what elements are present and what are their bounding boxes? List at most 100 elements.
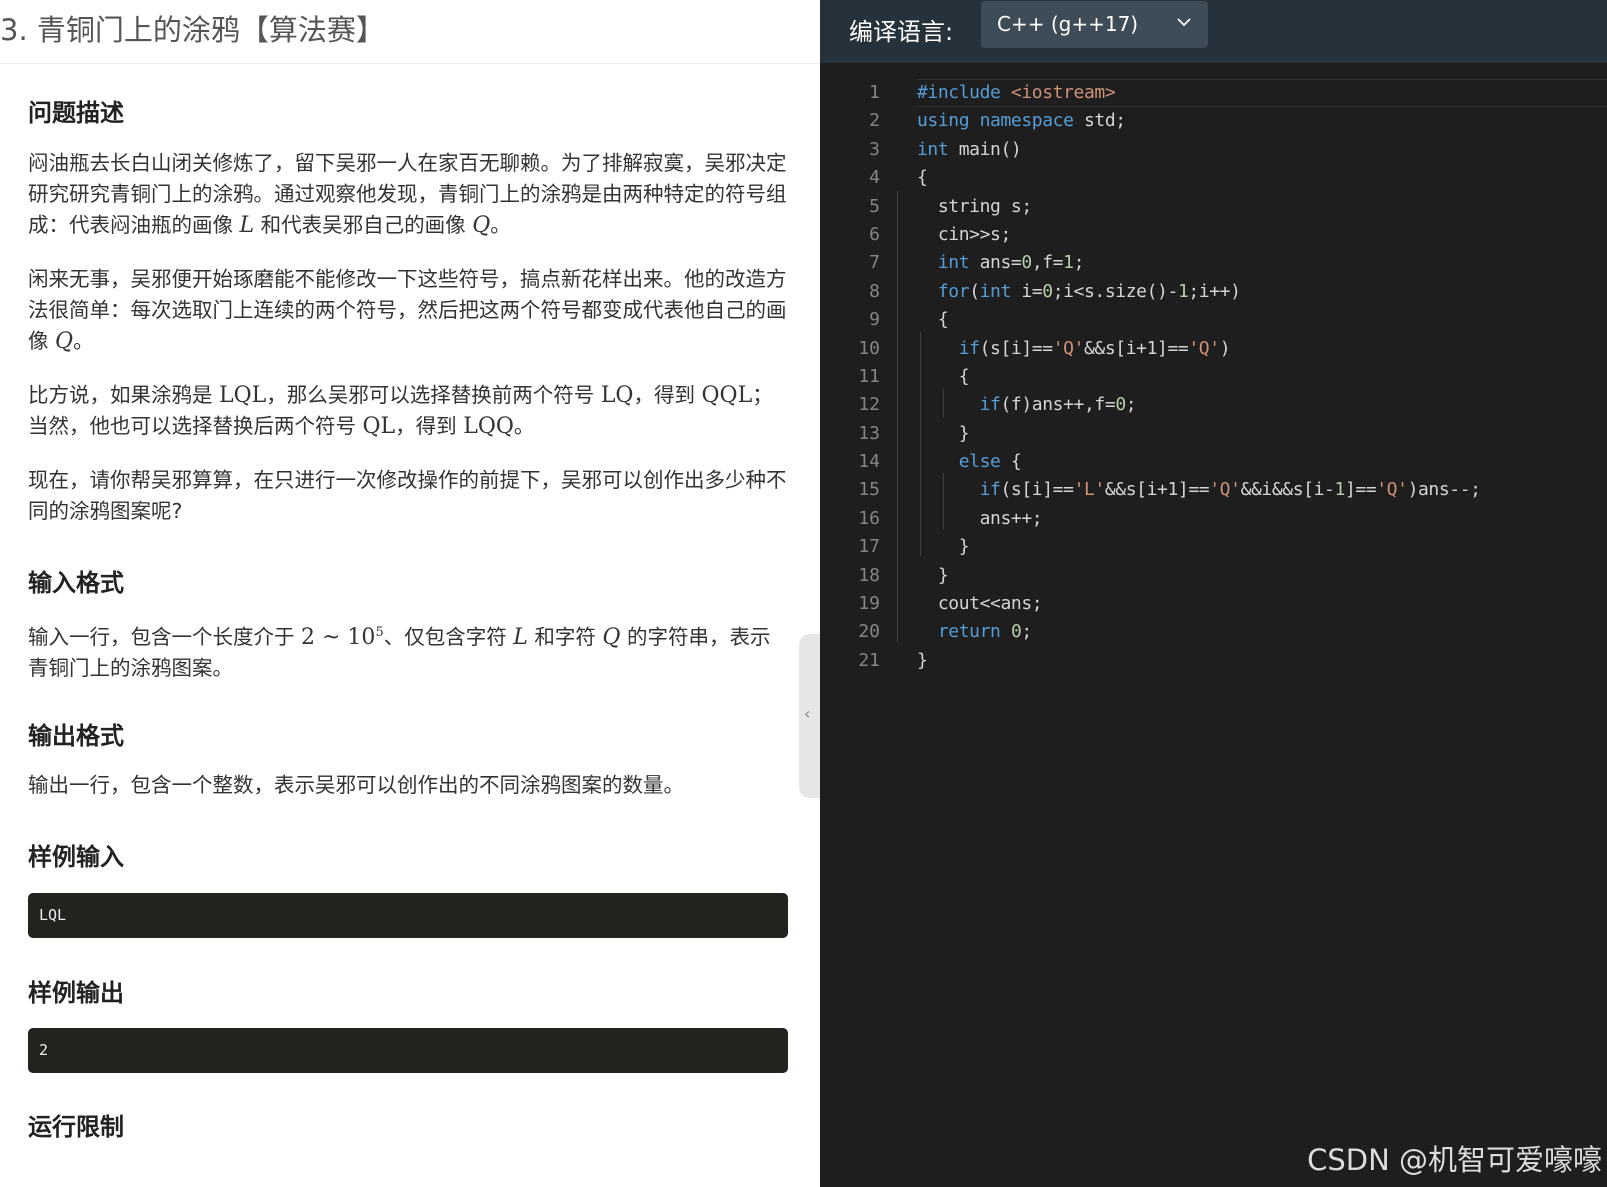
code-line: for(int i=0;i<s.size()-1;i++): [917, 278, 1481, 306]
code-line: using namespace std;: [917, 107, 1481, 135]
code-token: }: [917, 422, 970, 444]
code-line: {: [917, 363, 1481, 391]
text: 。: [490, 213, 511, 237]
code-area[interactable]: #include <iostream> using namespace std; i…: [917, 79, 1481, 675]
language-label: 编译语言:: [849, 18, 954, 46]
text: 。: [73, 329, 94, 353]
text: ，那么吴邪可以选择替换前两个符号: [266, 383, 601, 407]
line-number: 2: [869, 110, 880, 132]
code-token: 'Q': [1052, 337, 1085, 359]
code-token: (f)ans++,f=: [1000, 394, 1116, 416]
code-line: }: [917, 647, 1481, 675]
code-token: ;i++): [1188, 280, 1241, 302]
code-token: ;i<s.size()-: [1052, 280, 1179, 302]
description-paragraph-1: 闷油瓶去长白山闭关修炼了，留下吴邪一人在家百无聊赖。为了排解寂寞，吴邪决定研究研…: [28, 148, 788, 241]
code-token: &&s[i+1]==: [1084, 337, 1189, 359]
code-line: if(s[i]=='L'&&s[i+1]=='Q'&&i&&s[i-1]=='Q…: [917, 476, 1481, 504]
line-number: 19: [858, 593, 880, 615]
text: 、仅包含字符: [383, 624, 514, 649]
line-number: 10: [858, 337, 880, 359]
code-token: &&s[i+1]==: [1104, 479, 1210, 501]
math: L: [513, 624, 528, 650]
math: L: [239, 213, 255, 238]
line-number: 18: [858, 564, 880, 586]
line-number-gutter: 1 2 3 4 5 6 7 8 9 10 11 12 13 14 15 16 17 18 19 20 21: [820, 79, 880, 675]
sample-output-box[interactable]: 2: [28, 1028, 788, 1073]
panel-collapse-handle[interactable]: ‹: [799, 634, 821, 798]
line-number: 21: [858, 649, 880, 671]
code-token: int: [979, 280, 1012, 302]
math: QQL: [701, 383, 753, 408]
math-sup: 5: [375, 625, 384, 640]
code-token: 0: [1021, 252, 1032, 274]
code-token: ,f=: [1031, 252, 1064, 274]
sample-output-heading: 样例输出: [28, 979, 124, 1007]
code-token: main(): [948, 138, 1022, 160]
code-token: namespace: [979, 110, 1074, 132]
math: Q: [602, 624, 621, 650]
code-token: ;: [1125, 394, 1137, 416]
line-number: 8: [869, 280, 880, 302]
text: ，得到: [633, 383, 702, 407]
code-token: std;: [1073, 110, 1126, 132]
code-line: else {: [917, 448, 1481, 476]
code-token: &&i&&s[i-: [1240, 479, 1335, 501]
math: 2 ~ 10: [301, 624, 376, 650]
output-format-text: 输出一行，包含一个整数，表示吴邪可以创作出的不同涂鸦图案的数量。: [28, 773, 684, 797]
code-token: ans=: [969, 252, 1022, 274]
code-token: cout<<ans;: [917, 593, 1043, 615]
code-line: ans++;: [917, 505, 1481, 533]
math: LQL: [219, 383, 267, 408]
code-line: if(f)ans++,f=0;: [917, 391, 1481, 419]
code-token: <iostream>: [1010, 82, 1116, 103]
sample-output-text: 2: [39, 1041, 49, 1059]
description-paragraph-4: 现在，请你帮吴邪算算，在只进行一次修改操作的前提下，吴邪可以创作出多少种不同的涂…: [28, 468, 787, 523]
sample-input-text: LQL: [39, 906, 67, 924]
code-token: {: [917, 167, 928, 189]
sample-input-box[interactable]: LQL: [28, 893, 788, 938]
code-token: 0: [1115, 394, 1126, 416]
description-paragraph-3: 比方说，如果涂鸦是 LQL，那么吴邪可以选择替换前两个符号 LQ，得到 QQL；…: [28, 380, 788, 442]
code-token: 'Q': [1188, 337, 1220, 359]
code-token: 1: [1063, 252, 1074, 274]
input-format-text: 输入一行，包含一个长度介于 2 ~ 105、仅包含字符 L 和字符 Q 的字符串…: [28, 617, 788, 684]
code-token: (s[i]==: [979, 337, 1053, 359]
code-line: #include <iostream>: [917, 79, 1481, 107]
code-token: 0: [1010, 621, 1022, 643]
code-token: 'Q': [1376, 479, 1408, 501]
input-format-heading: 输入格式: [28, 569, 124, 597]
code-token: else: [958, 451, 1001, 473]
code-token: int: [917, 138, 949, 160]
line-number: 16: [858, 507, 880, 529]
code-token: if: [958, 337, 980, 359]
code-token: )ans--;: [1407, 479, 1481, 501]
code-token: }: [917, 564, 949, 586]
code-token: 'L': [1073, 479, 1106, 501]
code-token: ): [1219, 337, 1231, 359]
math: LQQ: [463, 414, 514, 439]
code-token: if: [979, 479, 1001, 501]
code-token: }: [917, 536, 970, 558]
code-line: int ans=0,f=1;: [917, 249, 1481, 277]
code-token: {: [917, 309, 949, 331]
code-token: 'Q': [1209, 479, 1241, 501]
csdn-watermark: CSDN @机智可爱嚎嚎: [1307, 1143, 1602, 1177]
code-token: 1: [1334, 479, 1346, 501]
chevron-down-icon: [1177, 18, 1191, 27]
math: LQ: [600, 383, 634, 408]
code-editor-panel: 编译语言: C++ (g++17) 1 2 3 4 5 6 7 8 9 10 11 12 13 14 15 1…: [820, 0, 1607, 1187]
line-number: 4: [869, 167, 880, 189]
code-line: return 0;: [917, 618, 1481, 646]
code-line: string s;: [917, 193, 1481, 221]
language-select[interactable]: C++ (g++17): [981, 1, 1208, 48]
line-number: 9: [869, 309, 880, 331]
line-number: 7: [869, 252, 880, 274]
